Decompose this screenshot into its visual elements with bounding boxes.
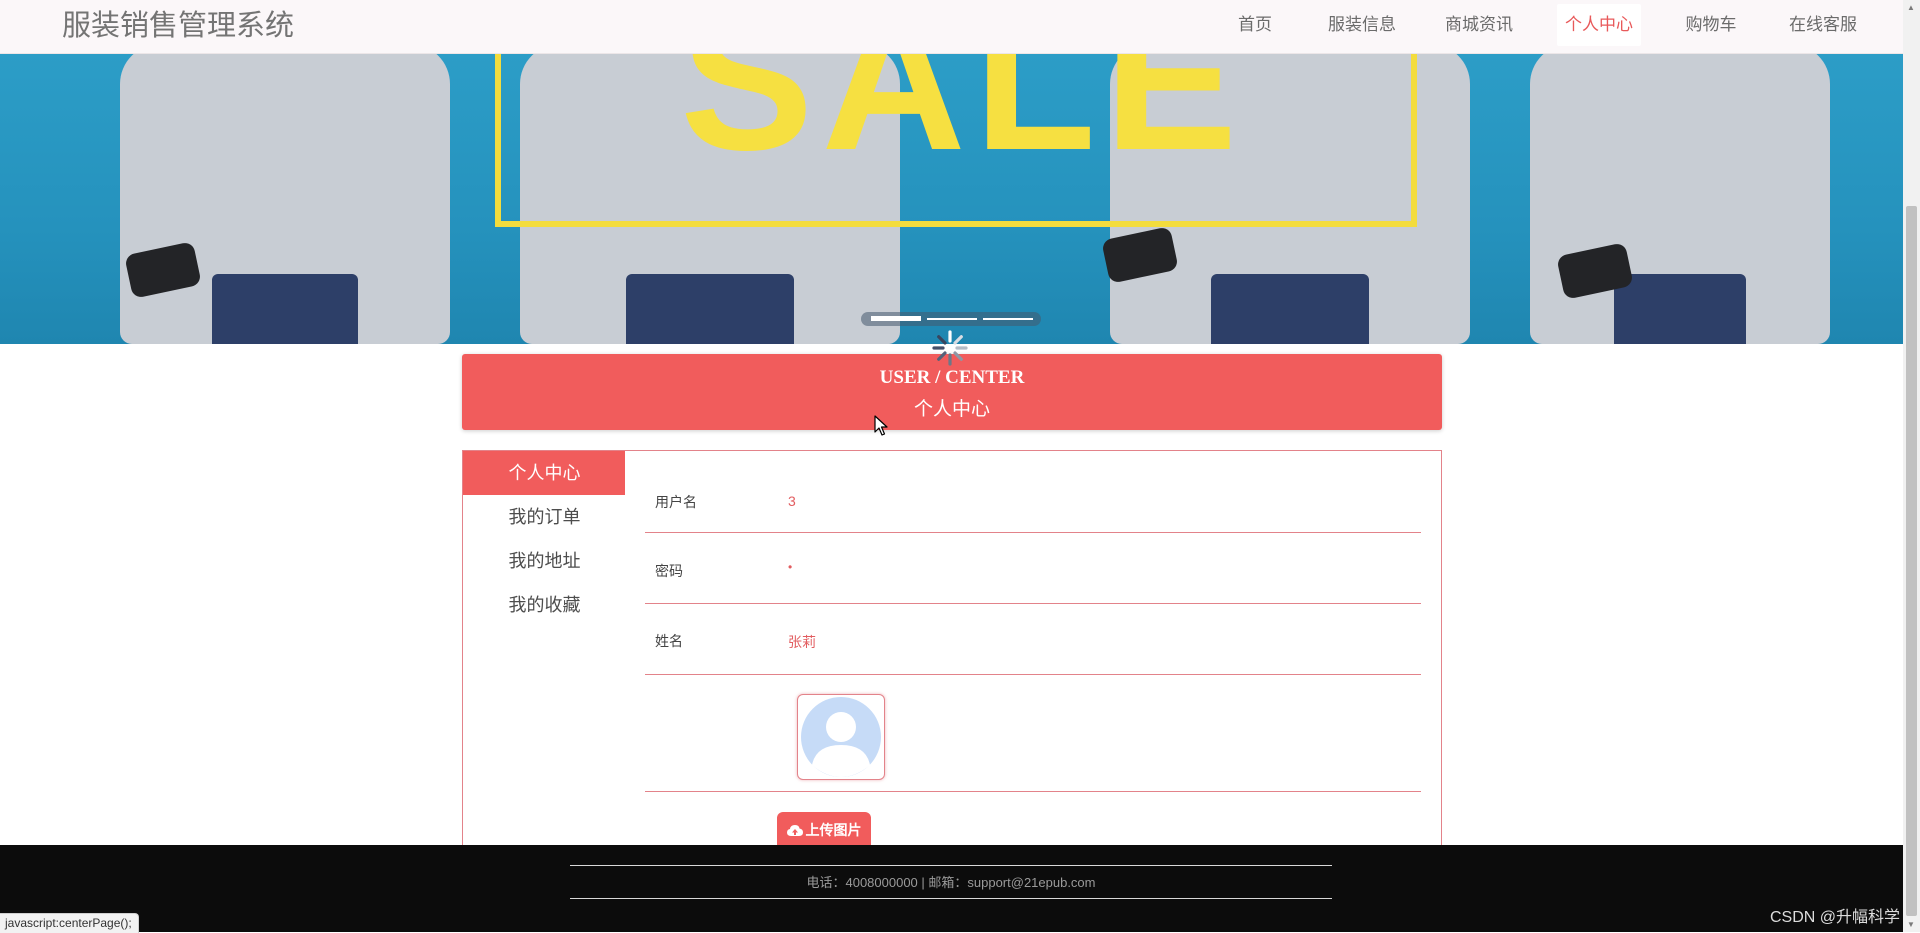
nav-item-clothing-info[interactable]: 服装信息 xyxy=(1322,4,1402,46)
profile-form: 用户名 3 密码 • 姓名 张莉 xyxy=(625,450,1442,852)
banner-model xyxy=(120,53,450,344)
username-label: 用户名 xyxy=(655,494,697,510)
top-header: 服装销售管理系统 首页 服装信息 商城资讯 个人中心 购物车 在线客服 xyxy=(0,0,1903,54)
avatar[interactable] xyxy=(797,694,885,780)
carousel-dot-3[interactable] xyxy=(983,318,1033,320)
page-scrollbar[interactable]: ▲ ▼ xyxy=(1903,0,1920,932)
nav-item-cart[interactable]: 购物车 xyxy=(1680,4,1742,46)
scroll-down-arrow-icon[interactable]: ▼ xyxy=(1907,920,1915,929)
user-center-title-en: USER / CENTER xyxy=(879,367,1025,388)
nav-item-user-center[interactable]: 个人中心 xyxy=(1557,4,1641,46)
footer: 电话：4008000000 | 邮箱：support@21epub.com xyxy=(0,845,1903,932)
sidebar-item-my-favorites[interactable]: 我的收藏 xyxy=(463,583,626,627)
carousel-dot-1[interactable] xyxy=(871,316,921,321)
banner-carousel[interactable]: SALE xyxy=(0,53,1903,344)
sidebar-item-my-address[interactable]: 我的地址 xyxy=(463,539,626,583)
name-label: 姓名 xyxy=(655,633,683,649)
status-bar-url: javascript:centerPage(); xyxy=(0,913,139,933)
name-row: 姓名 张莉 xyxy=(645,604,1421,675)
banner-model xyxy=(1530,53,1830,344)
scroll-thumb[interactable] xyxy=(1906,206,1917,916)
carousel-dot-2[interactable] xyxy=(927,318,977,320)
password-row: 密码 • xyxy=(645,533,1421,604)
watermark: CSDN @升幅科学 xyxy=(1769,909,1900,926)
cloud-upload-icon xyxy=(786,825,803,836)
mouse-cursor-icon xyxy=(874,415,888,436)
footer-contact: 电话：4008000000 | 邮箱：support@21epub.com xyxy=(806,875,1096,890)
username-row: 用户名 3 xyxy=(645,471,1421,533)
nav-item-home[interactable]: 首页 xyxy=(1236,4,1274,46)
main-nav: 首页 服装信息 商城资讯 个人中心 购物车 在线客服 xyxy=(0,0,1903,53)
upload-image-label: 上传图片 xyxy=(805,822,862,838)
password-value[interactable]: • xyxy=(788,560,792,574)
user-sidebar: 个人中心 我的订单 我的地址 我的收藏 xyxy=(462,450,627,852)
loading-spinner-icon xyxy=(932,330,968,366)
username-value[interactable]: 3 xyxy=(788,493,796,509)
sale-text: SALE xyxy=(680,53,1246,192)
sidebar-item-my-orders[interactable]: 我的订单 xyxy=(463,495,626,539)
user-avatar-placeholder-icon xyxy=(801,697,881,777)
user-center-title-zh: 个人中心 xyxy=(913,399,990,420)
sidebar-item-user-center[interactable]: 个人中心 xyxy=(463,451,626,495)
password-label: 密码 xyxy=(655,563,683,579)
nav-item-online-service[interactable]: 在线客服 xyxy=(1783,4,1863,46)
name-value[interactable]: 张莉 xyxy=(788,632,816,652)
avatar-row xyxy=(645,694,1421,792)
nav-item-mall-news[interactable]: 商城资讯 xyxy=(1441,4,1517,46)
scroll-up-arrow-icon[interactable]: ▲ xyxy=(1907,3,1915,12)
footer-divider xyxy=(570,898,1332,899)
footer-divider xyxy=(570,865,1332,866)
